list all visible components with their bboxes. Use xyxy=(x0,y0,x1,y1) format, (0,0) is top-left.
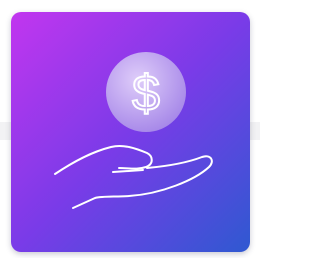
icon-tile-stage: $ xyxy=(0,0,260,258)
dollar-coin-icon: $ xyxy=(106,52,186,132)
payment-icon-card: $ xyxy=(11,12,250,252)
dollar-symbol: $ xyxy=(132,65,160,121)
card-background xyxy=(11,12,250,252)
payment-illustration: $ xyxy=(11,12,250,252)
